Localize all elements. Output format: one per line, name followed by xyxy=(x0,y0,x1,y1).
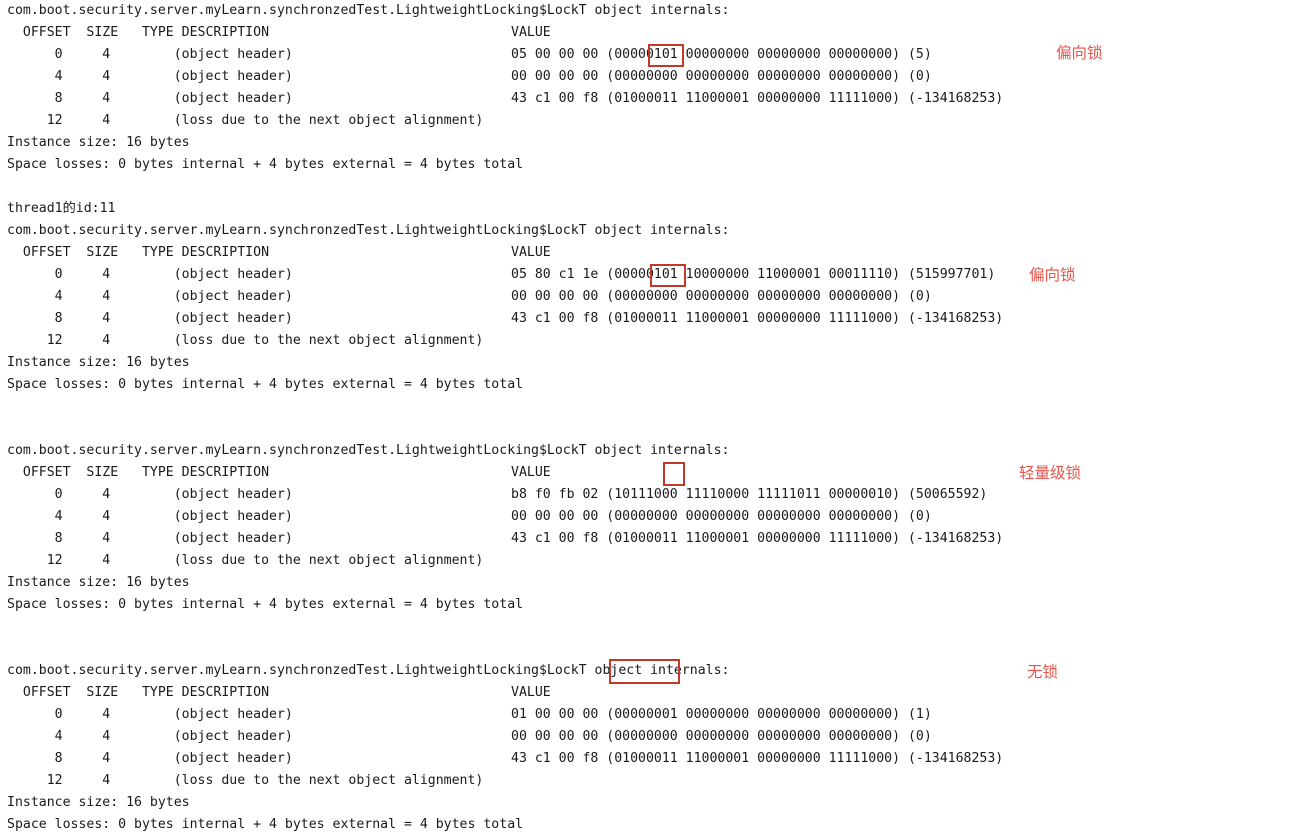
row-offset-size-desc: 4 4 (object header) xyxy=(7,509,500,524)
table-row: 4 4 (object header) 00 00 00 00 (0000000… xyxy=(0,66,1295,88)
row-offset-size-desc: 4 4 (object header) xyxy=(7,69,500,84)
row-value: 43 c1 00 f8 (01000011 11000001 00000000 … xyxy=(511,91,1004,106)
value-column-header: VALUE xyxy=(511,245,551,260)
row-offset-size-desc: 8 4 (object header) xyxy=(7,531,500,546)
table-row: 0 4 (object header) 01 00 00 00 (0000000… xyxy=(0,704,1295,726)
row-value: 00 00 00 00 (00000000 00000000 00000000 … xyxy=(511,69,932,84)
value-column-header: VALUE xyxy=(511,465,551,480)
row-value: 05 00 00 00 (00000101 00000000 00000000 … xyxy=(511,47,932,62)
table-row: 4 4 (object header) 00 00 00 00 (0000000… xyxy=(0,286,1295,308)
value-column-header: VALUE xyxy=(511,25,551,40)
table-row: 8 4 (object header) 43 c1 00 f8 (0100001… xyxy=(0,88,1295,110)
column-headers: OFFSET SIZE TYPE DESCRIPTION xyxy=(7,465,516,480)
table-header-line: OFFSET SIZE TYPE DESCRIPTION VALUE xyxy=(0,462,1295,484)
table-row: 12 4 (loss due to the next object alignm… xyxy=(0,110,1295,132)
table-row: 4 4 (object header) 00 00 00 00 (0000000… xyxy=(0,506,1295,528)
row-offset-size-desc: 8 4 (object header) xyxy=(7,311,500,326)
instance-size-line: Instance size: 16 bytes xyxy=(7,795,190,810)
row-offset-size-desc: 12 4 (loss due to the next object alignm… xyxy=(7,773,484,788)
table-row: 12 4 (loss due to the next object alignm… xyxy=(0,330,1295,352)
table-header-line: OFFSET SIZE TYPE DESCRIPTION VALUE xyxy=(0,22,1295,44)
row-offset-size-desc: 4 4 (object header) xyxy=(7,289,500,304)
row-offset-size-desc: 0 4 (object header) xyxy=(7,487,500,502)
instance-size-line: Instance size: 16 bytes xyxy=(7,135,190,150)
space-losses-line: Space losses: 0 bytes internal + 4 bytes… xyxy=(7,597,524,612)
instance-size-line: Instance size: 16 bytes xyxy=(7,575,190,590)
annotation-lightweight-lock: 轻量级锁 xyxy=(1019,464,1082,482)
column-headers: OFFSET SIZE TYPE DESCRIPTION xyxy=(7,245,516,260)
table-header-line: OFFSET SIZE TYPE DESCRIPTION VALUE xyxy=(0,682,1295,704)
column-headers: OFFSET SIZE TYPE DESCRIPTION xyxy=(7,685,516,700)
space-losses-line: Space losses: 0 bytes internal + 4 bytes… xyxy=(7,817,524,832)
row-value: 43 c1 00 f8 (01000011 11000001 00000000 … xyxy=(511,311,1004,326)
table-row: 4 4 (object header) 00 00 00 00 (0000000… xyxy=(0,726,1295,748)
row-offset-size-desc: 8 4 (object header) xyxy=(7,751,500,766)
table-row: 0 4 (object header) 05 80 c1 1e (0000010… xyxy=(0,264,1295,286)
column-headers: OFFSET SIZE TYPE DESCRIPTION xyxy=(7,25,516,40)
row-offset-size-desc: 0 4 (object header) xyxy=(7,47,500,62)
row-value: 00 00 00 00 (00000000 00000000 00000000 … xyxy=(511,509,932,524)
row-value: 43 c1 00 f8 (01000011 11000001 00000000 … xyxy=(511,751,1004,766)
annotation-biased-lock: 偏向锁 xyxy=(1029,266,1076,284)
class-header-line: com.boot.security.server.myLearn.synchro… xyxy=(7,223,730,238)
table-row: 12 4 (loss due to the next object alignm… xyxy=(0,550,1295,572)
table-row: 8 4 (object header) 43 c1 00 f8 (0100001… xyxy=(0,748,1295,770)
row-value: 00 00 00 00 (00000000 00000000 00000000 … xyxy=(511,729,932,744)
row-offset-size-desc: 0 4 (object header) xyxy=(7,707,500,722)
space-losses-line: Space losses: 0 bytes internal + 4 bytes… xyxy=(7,377,524,392)
class-header-line: com.boot.security.server.myLearn.synchro… xyxy=(7,443,730,458)
row-value: b8 f0 fb 02 (10111000 11110000 11111011 … xyxy=(511,487,988,502)
class-header-line: com.boot.security.server.myLearn.synchro… xyxy=(7,663,730,678)
table-row: 12 4 (loss due to the next object alignm… xyxy=(0,770,1295,792)
value-column-header: VALUE xyxy=(511,685,551,700)
table-row: 8 4 (object header) 43 c1 00 f8 (0100001… xyxy=(0,308,1295,330)
row-offset-size-desc: 8 4 (object header) xyxy=(7,91,500,106)
annotation-no-lock: 无锁 xyxy=(1027,663,1059,681)
row-offset-size-desc: 4 4 (object header) xyxy=(7,729,500,744)
row-offset-size-desc: 0 4 (object header) xyxy=(7,267,500,282)
class-header-line: com.boot.security.server.myLearn.synchro… xyxy=(7,3,730,18)
annotation-biased-lock: 偏向锁 xyxy=(1056,44,1103,62)
row-offset-size-desc: 12 4 (loss due to the next object alignm… xyxy=(7,553,484,568)
row-value: 01 00 00 00 (00000001 00000000 00000000 … xyxy=(511,707,932,722)
table-header-line: OFFSET SIZE TYPE DESCRIPTION VALUE xyxy=(0,242,1295,264)
space-losses-line: Space losses: 0 bytes internal + 4 bytes… xyxy=(7,157,524,172)
row-offset-size-desc: 12 4 (loss due to the next object alignm… xyxy=(7,113,484,128)
row-value: 05 80 c1 1e (00000101 10000000 11000001 … xyxy=(511,267,996,282)
row-value: 00 00 00 00 (00000000 00000000 00000000 … xyxy=(511,289,932,304)
thread-id-line: thread1的id:11 xyxy=(7,201,116,216)
table-row: 8 4 (object header) 43 c1 00 f8 (0100001… xyxy=(0,528,1295,550)
row-offset-size-desc: 12 4 (loss due to the next object alignm… xyxy=(7,333,484,348)
console-output-pane: com.boot.security.server.myLearn.synchro… xyxy=(0,0,1295,832)
row-value: 43 c1 00 f8 (01000011 11000001 00000000 … xyxy=(511,531,1004,546)
instance-size-line: Instance size: 16 bytes xyxy=(7,355,190,370)
table-row: 0 4 (object header) b8 f0 fb 02 (1011100… xyxy=(0,484,1295,506)
